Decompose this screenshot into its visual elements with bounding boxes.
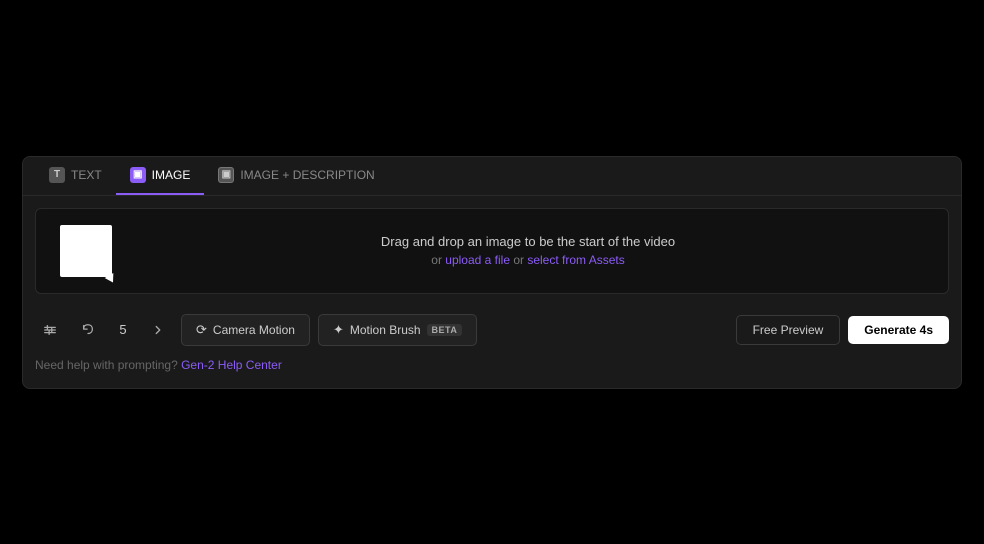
motion-brush-icon: ✦: [333, 322, 344, 338]
motion-brush-button[interactable]: ✦ Motion Brush BETA: [318, 314, 477, 346]
help-prefix: Need help with prompting?: [35, 358, 181, 372]
generate-button[interactable]: Generate 4s: [848, 316, 949, 344]
select-assets-link[interactable]: select from Assets: [527, 253, 624, 267]
toolbar: 5 ⟳ Camera Motion ✦ Motion Brush BETA Fr…: [23, 306, 961, 354]
motion-brush-label: Motion Brush: [350, 323, 421, 337]
text-tab-icon: T: [49, 167, 65, 183]
image-desc-tab-icon: ▣: [218, 167, 234, 183]
generate-label: Generate 4s: [864, 323, 933, 337]
settings-button[interactable]: [35, 317, 65, 343]
main-panel: T TEXT ▣ IMAGE ▣ IMAGE + DESCRIPTION Dra…: [22, 156, 962, 389]
drop-or-mid: or: [510, 253, 527, 267]
drop-main-text: Drag and drop an image to be the start o…: [124, 234, 932, 249]
camera-motion-button[interactable]: ⟳ Camera Motion: [181, 314, 310, 346]
camera-motion-label: Camera Motion: [213, 323, 295, 337]
undo-icon: [81, 323, 95, 337]
text-tab-label: TEXT: [71, 168, 102, 182]
camera-motion-icon: ⟳: [196, 322, 207, 338]
drop-text-area: Drag and drop an image to be the start o…: [124, 234, 932, 267]
tab-bar: T TEXT ▣ IMAGE ▣ IMAGE + DESCRIPTION: [23, 157, 961, 196]
help-center-link[interactable]: Gen-2 Help Center: [181, 358, 282, 372]
beta-badge: BETA: [427, 324, 463, 336]
next-icon: [151, 323, 165, 337]
image-drop-zone[interactable]: Drag and drop an image to be the start o…: [35, 208, 949, 294]
undo-button[interactable]: [73, 317, 103, 343]
tab-image[interactable]: ▣ IMAGE: [116, 157, 205, 195]
upload-file-link[interactable]: upload a file: [445, 253, 510, 267]
free-preview-label: Free Preview: [753, 323, 824, 337]
image-tab-label: IMAGE: [152, 168, 191, 182]
image-tab-icon: ▣: [130, 167, 146, 183]
frame-number: 5: [111, 322, 135, 337]
cursor-icon: [105, 273, 118, 285]
tab-image-desc[interactable]: ▣ IMAGE + DESCRIPTION: [204, 157, 388, 195]
image-preview: [60, 225, 112, 277]
image-desc-tab-label: IMAGE + DESCRIPTION: [240, 168, 374, 182]
drop-sub-text: or upload a file or select from Assets: [124, 253, 932, 267]
settings-icon: [43, 323, 57, 337]
drop-or-prefix: or: [431, 253, 445, 267]
tab-text[interactable]: T TEXT: [35, 157, 116, 195]
next-button[interactable]: [143, 317, 173, 343]
free-preview-button[interactable]: Free Preview: [736, 315, 841, 345]
help-section: Need help with prompting? Gen-2 Help Cen…: [23, 354, 961, 388]
